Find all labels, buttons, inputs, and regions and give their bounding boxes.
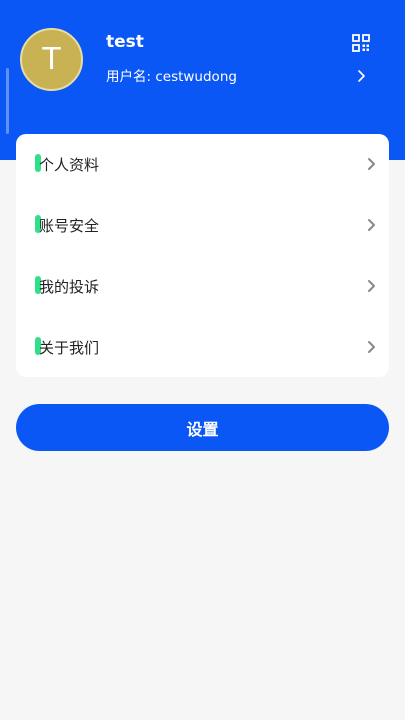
qr-code-icon[interactable] bbox=[352, 34, 370, 52]
menu-item-label: 个人资料 bbox=[39, 155, 100, 174]
chevron-right-icon bbox=[368, 219, 375, 231]
menu-item-profile[interactable]: 个人资料 bbox=[16, 134, 389, 194]
username-line: 用户名: cestwudong bbox=[106, 69, 237, 85]
menu-card: 个人资料 账号安全 我的投诉 关于我们 bbox=[16, 134, 389, 377]
user-name: test bbox=[106, 32, 144, 52]
chevron-right-icon[interactable] bbox=[354, 68, 368, 84]
menu-item-label: 账号安全 bbox=[39, 216, 100, 235]
menu-item-account-security[interactable]: 账号安全 bbox=[16, 195, 389, 255]
menu-item-complaints[interactable]: 我的投诉 bbox=[16, 256, 389, 316]
menu-item-about-us[interactable]: 关于我们 bbox=[16, 317, 389, 377]
scroll-indicator bbox=[6, 68, 9, 134]
settings-button-label: 设置 bbox=[186, 419, 219, 439]
chevron-right-icon bbox=[368, 158, 375, 170]
chevron-right-icon bbox=[368, 280, 375, 292]
chevron-right-icon bbox=[368, 341, 375, 353]
avatar-letter: T bbox=[42, 42, 61, 77]
avatar[interactable]: T bbox=[20, 28, 83, 91]
menu-item-label: 关于我们 bbox=[39, 338, 100, 357]
menu-item-label: 我的投诉 bbox=[39, 277, 100, 296]
settings-button[interactable]: 设置 bbox=[16, 404, 389, 451]
